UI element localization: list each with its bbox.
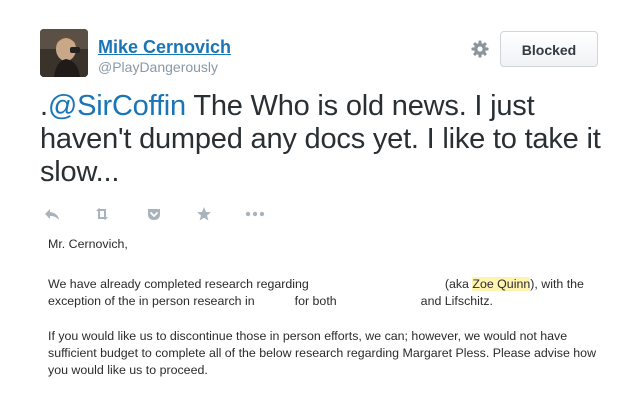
doc-paragraph2-line1: If you would like us to discontinue thos… xyxy=(48,329,568,343)
mention-link[interactable]: @SirCoffin xyxy=(48,90,186,122)
doc-text: (aka xyxy=(444,277,469,291)
doc-text: ), with the xyxy=(530,277,584,291)
doc-paragraph2-line2: sufficient budget to complete all of the… xyxy=(48,346,597,360)
tweet-text: .@SirCoffin The Who is old news. I just … xyxy=(40,90,620,189)
blocked-button[interactable]: Blocked xyxy=(500,31,598,67)
user-handle: @PlayDangerously xyxy=(98,59,219,75)
tweet-prefix: . xyxy=(40,90,48,122)
doc-text: We have already completed research regar… xyxy=(48,277,309,291)
more-icon[interactable] xyxy=(244,204,265,224)
doc-paragraph2-line3: you would like us to proceed. xyxy=(48,363,208,377)
doc-salutation: Mr. Cernovich, xyxy=(48,237,128,251)
avatar-image xyxy=(40,29,88,77)
user-name-link[interactable]: Mike Cernovich xyxy=(98,37,231,58)
reply-icon[interactable] xyxy=(42,204,62,224)
tweet-actions xyxy=(40,204,280,226)
tweet-card: Mike Cernovich @PlayDangerously Blocked xyxy=(0,0,639,412)
doc-text: exception of the in person research in xyxy=(48,294,255,308)
retweet-icon[interactable] xyxy=(92,204,112,224)
doc-text: and Lifschitz. xyxy=(420,294,493,308)
avatar[interactable] xyxy=(40,29,88,77)
doc-text: for both xyxy=(294,294,337,308)
doc-paragraph1-line2: exception of the in person research in fo… xyxy=(48,293,493,310)
gear-icon[interactable] xyxy=(470,39,490,59)
tweet-header: Mike Cernovich @PlayDangerously Blocked xyxy=(40,29,639,81)
highlighted-name: Zoe Quinn xyxy=(472,277,531,291)
favorite-icon[interactable] xyxy=(194,204,214,224)
pocket-icon[interactable] xyxy=(144,204,164,224)
doc-paragraph1-line1: We have already completed research regar… xyxy=(48,276,584,293)
